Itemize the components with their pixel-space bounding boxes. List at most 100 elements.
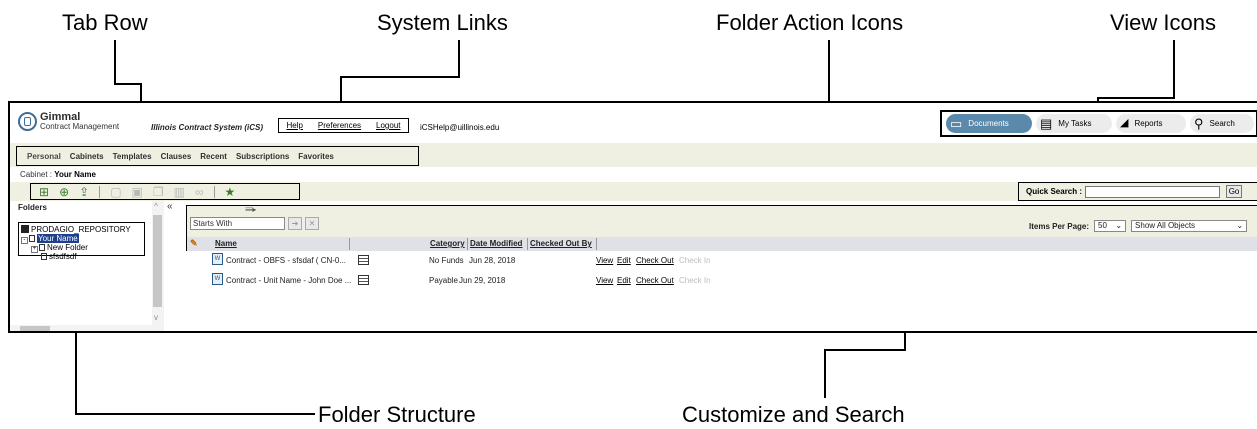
scroll-up-arrow-icon[interactable]: ^ bbox=[154, 202, 158, 211]
drag-grip-icon[interactable]: ≡≡▸ bbox=[245, 205, 256, 214]
clear-filter-icon[interactable]: ✕ bbox=[305, 217, 319, 230]
check-out-link[interactable]: Check Out bbox=[636, 276, 674, 285]
tab-personal[interactable]: Personal bbox=[27, 152, 61, 161]
edit-link[interactable]: Edit bbox=[617, 276, 631, 285]
details-grid-icon[interactable] bbox=[358, 255, 369, 265]
collapse-panel-button[interactable]: « bbox=[167, 201, 173, 212]
documents-view-button[interactable]: ▭ Documents bbox=[946, 114, 1032, 133]
folder-horizontal-scrollbar[interactable] bbox=[10, 325, 152, 331]
search-view-button[interactable]: ⚲ Search bbox=[1190, 114, 1254, 133]
customize-and-search: ≡≡▸ Starts With ➔ ✕ Items Per Page: 50 ⌄ … bbox=[186, 205, 1257, 251]
logo-icon bbox=[18, 112, 37, 131]
column-category[interactable]: Category bbox=[430, 239, 465, 248]
reports-view-button[interactable]: ◢ Reports bbox=[1116, 114, 1186, 133]
copy-icon[interactable]: ❐ bbox=[153, 185, 164, 199]
column-date-modified[interactable]: Date Modified bbox=[470, 239, 522, 248]
leader-line bbox=[114, 83, 141, 85]
document-name[interactable]: Contract - Unit Name - John Doe ... bbox=[226, 276, 351, 285]
document-date: Jun 28, 2018 bbox=[469, 256, 516, 265]
link-icon[interactable]: ∞ bbox=[195, 185, 204, 199]
callout-folder-structure: Folder Structure bbox=[318, 402, 476, 427]
check-in-link[interactable]: Check In bbox=[679, 276, 711, 285]
preferences-link[interactable]: Preferences bbox=[318, 121, 361, 130]
move-icon[interactable]: ▥ bbox=[174, 185, 185, 199]
upload-icon[interactable]: ⇪ bbox=[79, 185, 89, 199]
scroll-down-arrow-icon[interactable]: v bbox=[154, 313, 158, 322]
repository-node[interactable]: PRODAGIO_REPOSITORY bbox=[21, 225, 131, 234]
repository-label: PRODAGIO_REPOSITORY bbox=[31, 225, 131, 234]
magnifier-icon: ⚲ bbox=[1194, 116, 1204, 131]
tab-recent[interactable]: Recent bbox=[200, 152, 227, 161]
quick-search-input[interactable] bbox=[1085, 185, 1221, 198]
document-date: Jun 29, 2018 bbox=[459, 276, 506, 285]
document-icon: W bbox=[212, 273, 223, 285]
app-window: Gimmal Contract Management Illinois Cont… bbox=[8, 101, 1257, 333]
collapse-node-icon[interactable]: - bbox=[21, 237, 28, 244]
folder-icon bbox=[29, 235, 35, 242]
callout-customize-search: Customize and Search bbox=[682, 402, 905, 427]
column-divider bbox=[467, 238, 468, 250]
document-name[interactable]: Contract - OBFS - sfsdaf ( CN-0... bbox=[226, 256, 346, 265]
clipboard-icon: ▤ bbox=[1040, 116, 1053, 131]
user-folder-label: Your Name bbox=[37, 234, 79, 243]
document-icon: W bbox=[212, 253, 223, 265]
scroll-thumb[interactable] bbox=[153, 215, 162, 307]
leader-line bbox=[340, 76, 460, 78]
tab-row: Personal Cabinets Templates Clauses Rece… bbox=[10, 143, 1257, 167]
folder-info-icon[interactable]: ▣ bbox=[132, 185, 143, 199]
my-tasks-view-button[interactable]: ▤ My Tasks bbox=[1036, 114, 1112, 133]
callout-tab-row: Tab Row bbox=[62, 10, 148, 35]
help-link[interactable]: Help bbox=[286, 121, 302, 130]
cabinet-bar: Cabinet : Your Name bbox=[10, 167, 1257, 182]
apply-filter-icon[interactable]: ➔ bbox=[288, 217, 302, 230]
documents-label: Documents bbox=[968, 119, 1009, 128]
items-per-page-select[interactable]: 50 ⌄ bbox=[1094, 220, 1127, 232]
tab-row-box: Personal Cabinets Templates Clauses Rece… bbox=[16, 146, 419, 166]
table-row[interactable]: W Contract - OBFS - sfsdaf ( CN-0... No … bbox=[186, 252, 1257, 270]
tab-cabinets[interactable]: Cabinets bbox=[70, 152, 104, 161]
add-favorite-icon[interactable]: ★ bbox=[225, 185, 236, 199]
folder-node-sfsdfsdf[interactable]: sfsdfsdf bbox=[40, 252, 77, 261]
check-in-link[interactable]: Check In bbox=[679, 256, 711, 265]
tab-subscriptions[interactable]: Subscriptions bbox=[236, 152, 289, 161]
go-button[interactable]: Go bbox=[1226, 185, 1243, 198]
check-out-link[interactable]: Check Out bbox=[636, 256, 674, 265]
show-objects-select[interactable]: Show All Objects ⌄ bbox=[1131, 220, 1248, 232]
folder-icon bbox=[41, 253, 47, 260]
leader-line bbox=[824, 349, 826, 398]
tab-templates[interactable]: Templates bbox=[113, 152, 152, 161]
view-link[interactable]: View bbox=[596, 256, 613, 265]
column-divider bbox=[349, 238, 350, 250]
view-link[interactable]: View bbox=[596, 276, 613, 285]
folder-action-icons: ⊞ ⊕ ⇪ ▢ ▣ ❐ ▥ ∞ ★ bbox=[30, 183, 300, 200]
details-grid-icon[interactable] bbox=[358, 275, 369, 285]
gimmal-logo[interactable]: Gimmal Contract Management bbox=[18, 111, 119, 131]
tab-favorites[interactable]: Favorites bbox=[298, 152, 334, 161]
chevron-down-icon: ⌄ bbox=[1236, 221, 1244, 230]
reports-label: Reports bbox=[1134, 119, 1163, 128]
add-document-icon[interactable]: ⊕ bbox=[59, 185, 69, 199]
new-folder-icon[interactable]: ⊞ bbox=[39, 185, 49, 199]
document-list-panel: ≡≡▸ Starts With ➔ ✕ Items Per Page: 50 ⌄ … bbox=[175, 201, 1257, 331]
logout-link[interactable]: Logout bbox=[376, 121, 400, 130]
edit-folder-icon[interactable]: ▢ bbox=[110, 185, 121, 199]
expand-node-icon[interactable]: + bbox=[31, 246, 38, 253]
top-bar: Gimmal Contract Management Illinois Cont… bbox=[10, 103, 1257, 143]
filter-operator-select[interactable]: Starts With bbox=[190, 217, 285, 230]
chart-icon: ◢ bbox=[1120, 117, 1129, 129]
column-divider bbox=[596, 238, 597, 250]
leader-line bbox=[824, 349, 906, 351]
column-checked-out-by[interactable]: Checked Out By bbox=[530, 239, 592, 248]
document-category: No Funds bbox=[429, 256, 464, 265]
column-name[interactable]: Name bbox=[215, 239, 237, 248]
scroll-thumb[interactable] bbox=[20, 326, 50, 331]
edit-link[interactable]: Edit bbox=[617, 256, 631, 265]
favorite-column-icon: ✎ bbox=[190, 238, 198, 248]
leader-line bbox=[1173, 40, 1175, 99]
quick-search: Quick Search : Go bbox=[1018, 182, 1257, 201]
table-row[interactable]: W Contract - Unit Name - John Doe ... Pa… bbox=[186, 272, 1257, 290]
tab-clauses[interactable]: Clauses bbox=[161, 152, 192, 161]
folder-scrollbar[interactable]: ^ v bbox=[152, 201, 164, 331]
leader-line bbox=[1097, 97, 1175, 99]
help-email: iCSHelp@uillinois.edu bbox=[420, 123, 500, 132]
